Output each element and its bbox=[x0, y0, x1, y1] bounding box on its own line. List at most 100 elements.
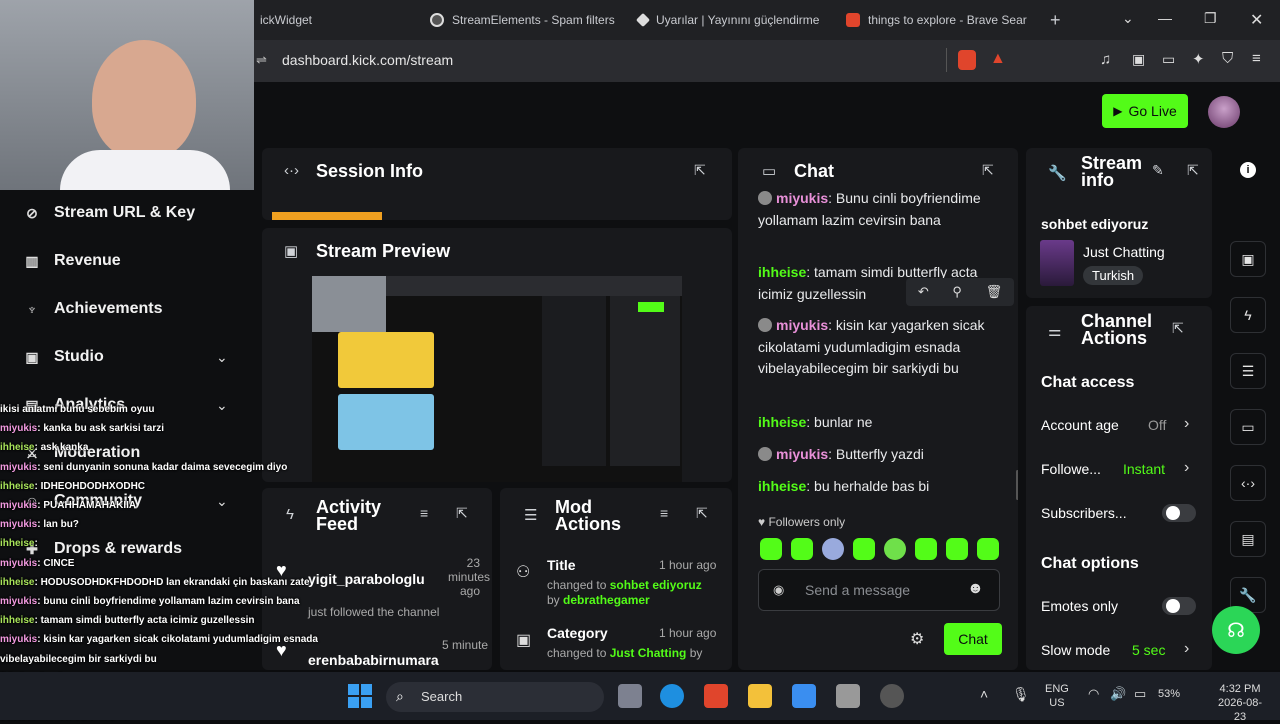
emote-icon[interactable] bbox=[853, 538, 875, 560]
reply-icon[interactable]: ↶ bbox=[918, 284, 929, 300]
sidebar-toggle-icon[interactable]: ▣ bbox=[1132, 51, 1145, 68]
minimize-icon[interactable]: — bbox=[1158, 10, 1172, 26]
microphone-app-icon[interactable] bbox=[836, 684, 860, 708]
brave-taskbar-icon[interactable] bbox=[704, 684, 728, 708]
leo-ai-icon[interactable]: ✦ bbox=[1192, 50, 1205, 68]
close-tab-icon[interactable]: ✕ bbox=[1035, 12, 1036, 28]
chat-message: miyukis: kisin kar yagarken sicak cikola… bbox=[758, 315, 998, 380]
battery-icon[interactable]: ▭ bbox=[1134, 686, 1146, 702]
emote-icon[interactable] bbox=[977, 538, 999, 560]
chevron-down-icon[interactable]: ⌄ bbox=[216, 349, 228, 366]
site-info-icon[interactable]: ⇌ bbox=[256, 52, 267, 68]
clock[interactable]: 4:32 PM 2026-08-23 bbox=[1214, 682, 1266, 724]
send-chat-button[interactable]: Chat bbox=[944, 623, 1002, 655]
popout-icon[interactable]: ⇱ bbox=[1172, 320, 1184, 337]
brave-shields-icon[interactable] bbox=[958, 50, 976, 70]
popout-icon[interactable]: ⇱ bbox=[982, 162, 994, 179]
brave-rewards-icon[interactable]: ▲ bbox=[990, 50, 1006, 68]
changed-text: changed to bbox=[547, 646, 610, 660]
chat-scrollbar[interactable] bbox=[1016, 470, 1018, 500]
chat-input[interactable]: ◉ Send a message ☻ bbox=[758, 569, 1000, 611]
popout-icon[interactable]: ⇱ bbox=[694, 162, 706, 179]
chevron-up-icon[interactable]: ˄ bbox=[980, 686, 988, 702]
rail-preview-button[interactable]: ▣ bbox=[1230, 241, 1266, 277]
vpn-icon[interactable]: ⛉ bbox=[1222, 50, 1233, 67]
subscribers-toggle[interactable] bbox=[1162, 504, 1196, 522]
obs-icon[interactable] bbox=[880, 684, 904, 708]
preview-chat bbox=[542, 296, 606, 466]
slow-mode-value[interactable]: 5 sec bbox=[1132, 642, 1165, 658]
tab-uyarilar[interactable]: Uyarılar | Yayınını güçlendirme bbox=[628, 6, 828, 34]
file-explorer-icon[interactable] bbox=[748, 684, 772, 708]
media-icon[interactable]: ♫ bbox=[1100, 51, 1111, 68]
tab-kickwidget[interactable]: ickWidget bbox=[250, 6, 410, 34]
sidebar-item-revenue[interactable]: ▥ Revenue bbox=[24, 252, 120, 270]
new-tab-button[interactable]: + bbox=[1040, 6, 1070, 34]
overlay-chat-username: miyukis bbox=[0, 500, 38, 511]
edge-icon[interactable] bbox=[660, 684, 684, 708]
chevron-right-icon[interactable]: › bbox=[1184, 415, 1189, 433]
emote-icon[interactable] bbox=[791, 538, 813, 560]
chat-username[interactable]: ihheise bbox=[758, 264, 806, 280]
mic-icon[interactable]: 🎙 bbox=[1012, 686, 1030, 703]
followers-only-text: Followers only bbox=[768, 515, 846, 529]
emotes-only-toggle[interactable] bbox=[1162, 597, 1196, 615]
edit-icon[interactable]: ✎ bbox=[1152, 162, 1164, 179]
notepad-icon[interactable] bbox=[792, 684, 816, 708]
windows-start-icon[interactable] bbox=[348, 684, 372, 708]
tab-brave-search[interactable]: things to explore - Brave Sear ✕ bbox=[836, 6, 1036, 34]
popout-icon[interactable]: ⇱ bbox=[696, 505, 708, 522]
restore-icon[interactable]: ❐ bbox=[1204, 10, 1217, 27]
emote-icon[interactable] bbox=[822, 538, 844, 560]
emote-icon[interactable] bbox=[760, 538, 782, 560]
chevron-right-icon[interactable]: › bbox=[1184, 459, 1189, 477]
chat-username[interactable]: ihheise bbox=[758, 414, 806, 430]
tab-streamelements[interactable]: StreamElements - Spam filters bbox=[420, 6, 620, 34]
category-name[interactable]: Just Chatting bbox=[1083, 244, 1165, 260]
rail-layout-button[interactable]: ▤ bbox=[1230, 521, 1266, 557]
filter-icon[interactable]: ≡ bbox=[660, 505, 668, 521]
menu-icon[interactable]: ≡ bbox=[1252, 50, 1261, 67]
popout-icon[interactable]: ⇱ bbox=[456, 505, 468, 522]
popout-icon[interactable]: ⇱ bbox=[1187, 162, 1199, 179]
language-indicator[interactable]: ENG US bbox=[1045, 682, 1069, 710]
go-live-button[interactable]: ▶ Go Live bbox=[1102, 94, 1188, 128]
chat-username[interactable]: miyukis bbox=[776, 446, 828, 462]
task-view-icon[interactable] bbox=[618, 684, 642, 708]
rail-chat-button[interactable]: ▭ bbox=[1230, 409, 1266, 445]
sidebar-item-achievements[interactable]: ♆ Achievements bbox=[24, 300, 163, 318]
chat-username[interactable]: miyukis bbox=[776, 190, 828, 206]
rail-activity-button[interactable]: ϟ bbox=[1230, 297, 1266, 333]
volume-icon[interactable]: 🔊 bbox=[1110, 686, 1126, 702]
filter-icon[interactable]: ≡ bbox=[420, 505, 428, 521]
info-icon[interactable]: i bbox=[1240, 162, 1256, 178]
emote-icon[interactable] bbox=[884, 538, 906, 560]
emoji-icon[interactable]: ☻ bbox=[967, 580, 984, 598]
pin-icon[interactable]: ⚲ bbox=[952, 284, 962, 300]
sidebar-item-studio[interactable]: ▣ Studio bbox=[24, 348, 103, 366]
delete-icon[interactable]: 🗑 bbox=[986, 284, 1003, 300]
mod-user[interactable]: debrathegamer bbox=[563, 593, 650, 607]
account-age-value[interactable]: Off bbox=[1148, 417, 1166, 433]
stream-preview-video[interactable] bbox=[312, 276, 682, 482]
chat-username[interactable]: ihheise bbox=[758, 478, 806, 494]
rail-mod-button[interactable]: ☰ bbox=[1230, 353, 1266, 389]
sidebar-item-stream-url[interactable]: ⊘ Stream URL & Key bbox=[24, 204, 195, 222]
wallet-icon[interactable]: ▭ bbox=[1162, 51, 1175, 68]
url-field[interactable]: dashboard.kick.com/stream bbox=[282, 52, 453, 68]
followers-value[interactable]: Instant bbox=[1123, 461, 1165, 477]
chevron-right-icon[interactable]: › bbox=[1184, 640, 1189, 658]
support-headset-button[interactable]: ☊ bbox=[1212, 606, 1260, 654]
overlay-chat-text: : tamam simdi butterfly acta icimiz guze… bbox=[34, 615, 255, 627]
emote-icon[interactable] bbox=[946, 538, 968, 560]
tab-search-icon[interactable]: ⌄ bbox=[1122, 10, 1134, 27]
wifi-icon[interactable]: ◠ bbox=[1088, 686, 1099, 702]
close-window-icon[interactable]: ✕ bbox=[1250, 10, 1263, 30]
chat-username[interactable]: miyukis bbox=[776, 317, 828, 333]
taskbar-search[interactable]: ⌕ Search bbox=[386, 682, 604, 712]
sliders-icon: ⚌ bbox=[1048, 323, 1062, 340]
avatar[interactable] bbox=[1208, 96, 1240, 128]
rail-session-button[interactable]: ‹·› bbox=[1230, 465, 1266, 501]
emote-icon[interactable] bbox=[915, 538, 937, 560]
settings-icon[interactable]: ⚙ bbox=[910, 629, 924, 649]
